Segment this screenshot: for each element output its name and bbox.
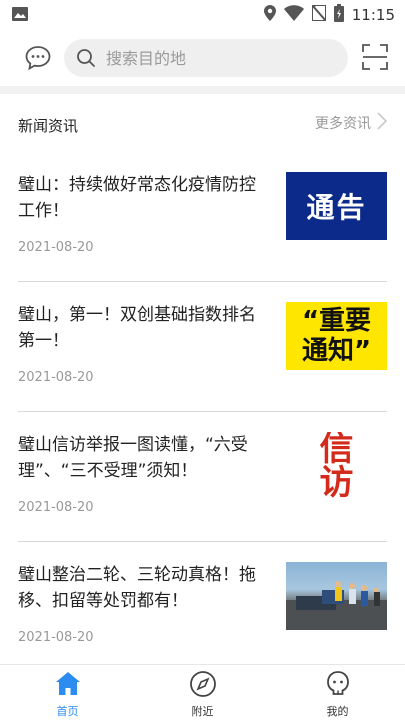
news-item[interactable]: 璧山信访举报一图读懂，“六受理”、“三不受理”须知！ 2021-08-20 信 … bbox=[18, 412, 387, 542]
news-list: 璧山：持续做好常态化疫情防控工作！ 2021-08-20 通告 璧山，第一！双创… bbox=[0, 152, 405, 672]
search-input[interactable] bbox=[106, 39, 336, 77]
chevron-right-icon bbox=[377, 112, 388, 134]
battery-icon bbox=[333, 4, 344, 26]
section-divider bbox=[0, 86, 405, 94]
compass-icon bbox=[189, 670, 217, 698]
thumbnail-text: 通知” bbox=[301, 336, 372, 366]
nav-label: 附近 bbox=[191, 705, 214, 718]
news-title: 璧山：持续做好常态化疫情防控工作！ bbox=[18, 175, 256, 221]
home-icon bbox=[54, 670, 82, 698]
status-time: 11:15 bbox=[351, 6, 395, 24]
news-date: 2021-08-20 bbox=[18, 370, 94, 385]
top-header bbox=[0, 28, 405, 86]
chat-bubble-icon[interactable] bbox=[24, 44, 52, 72]
no-sim-icon bbox=[310, 4, 327, 25]
search-bar[interactable] bbox=[64, 39, 348, 77]
news-title: 璧山，第一！双创基础指数排名第一！ bbox=[18, 305, 256, 351]
more-news-label: 更多资讯 bbox=[315, 116, 371, 132]
news-title: 璧山整治二轮、三轮动真格！拖移、扣留等处罚都有！ bbox=[18, 565, 256, 611]
nav-item-nearby[interactable]: 附近 bbox=[135, 665, 270, 720]
news-section-header: 新闻资讯 更多资讯 bbox=[0, 94, 405, 152]
news-thumbnail: 通告 bbox=[286, 172, 387, 240]
user-icon bbox=[324, 670, 352, 698]
nav-item-home[interactable]: 首页 bbox=[0, 665, 135, 720]
nav-label: 我的 bbox=[326, 705, 349, 718]
news-date: 2021-08-20 bbox=[18, 630, 94, 645]
news-item[interactable]: 璧山整治二轮、三轮动真格！拖移、扣留等处罚都有！ 2021-08-20 bbox=[18, 542, 387, 672]
news-thumbnail: “重要 通知” bbox=[286, 302, 387, 370]
nav-item-profile[interactable]: 我的 bbox=[270, 665, 405, 720]
news-item[interactable]: 璧山，第一！双创基础指数排名第一！ 2021-08-20 “重要 通知” bbox=[18, 282, 387, 412]
more-news-link[interactable]: 更多资讯 bbox=[315, 112, 388, 134]
news-date: 2021-08-20 bbox=[18, 500, 94, 515]
wifi-icon bbox=[283, 5, 304, 25]
news-thumbnail: 信 访 bbox=[286, 432, 387, 500]
location-icon bbox=[263, 5, 276, 25]
scan-icon[interactable] bbox=[362, 44, 388, 70]
news-item[interactable]: 璧山：持续做好常态化疫情防控工作！ 2021-08-20 通告 bbox=[18, 152, 387, 282]
news-date: 2021-08-20 bbox=[18, 240, 94, 255]
nav-label: 首页 bbox=[56, 705, 79, 718]
thumbnail-text: “重要 bbox=[301, 306, 372, 336]
news-thumbnail-photo bbox=[286, 562, 387, 630]
image-icon bbox=[12, 6, 28, 25]
search-icon bbox=[76, 48, 96, 72]
section-title: 新闻资讯 bbox=[18, 117, 79, 135]
status-bar: 11:15 bbox=[0, 0, 405, 28]
thumbnail-text: 通告 bbox=[306, 191, 367, 224]
news-title: 璧山信访举报一图读懂，“六受理”、“三不受理”须知！ bbox=[18, 435, 248, 481]
thumbnail-text: 访 bbox=[319, 463, 354, 500]
thumbnail-text: 信 bbox=[319, 432, 354, 469]
bottom-navigation: 首页 附近 我的 bbox=[0, 664, 405, 720]
